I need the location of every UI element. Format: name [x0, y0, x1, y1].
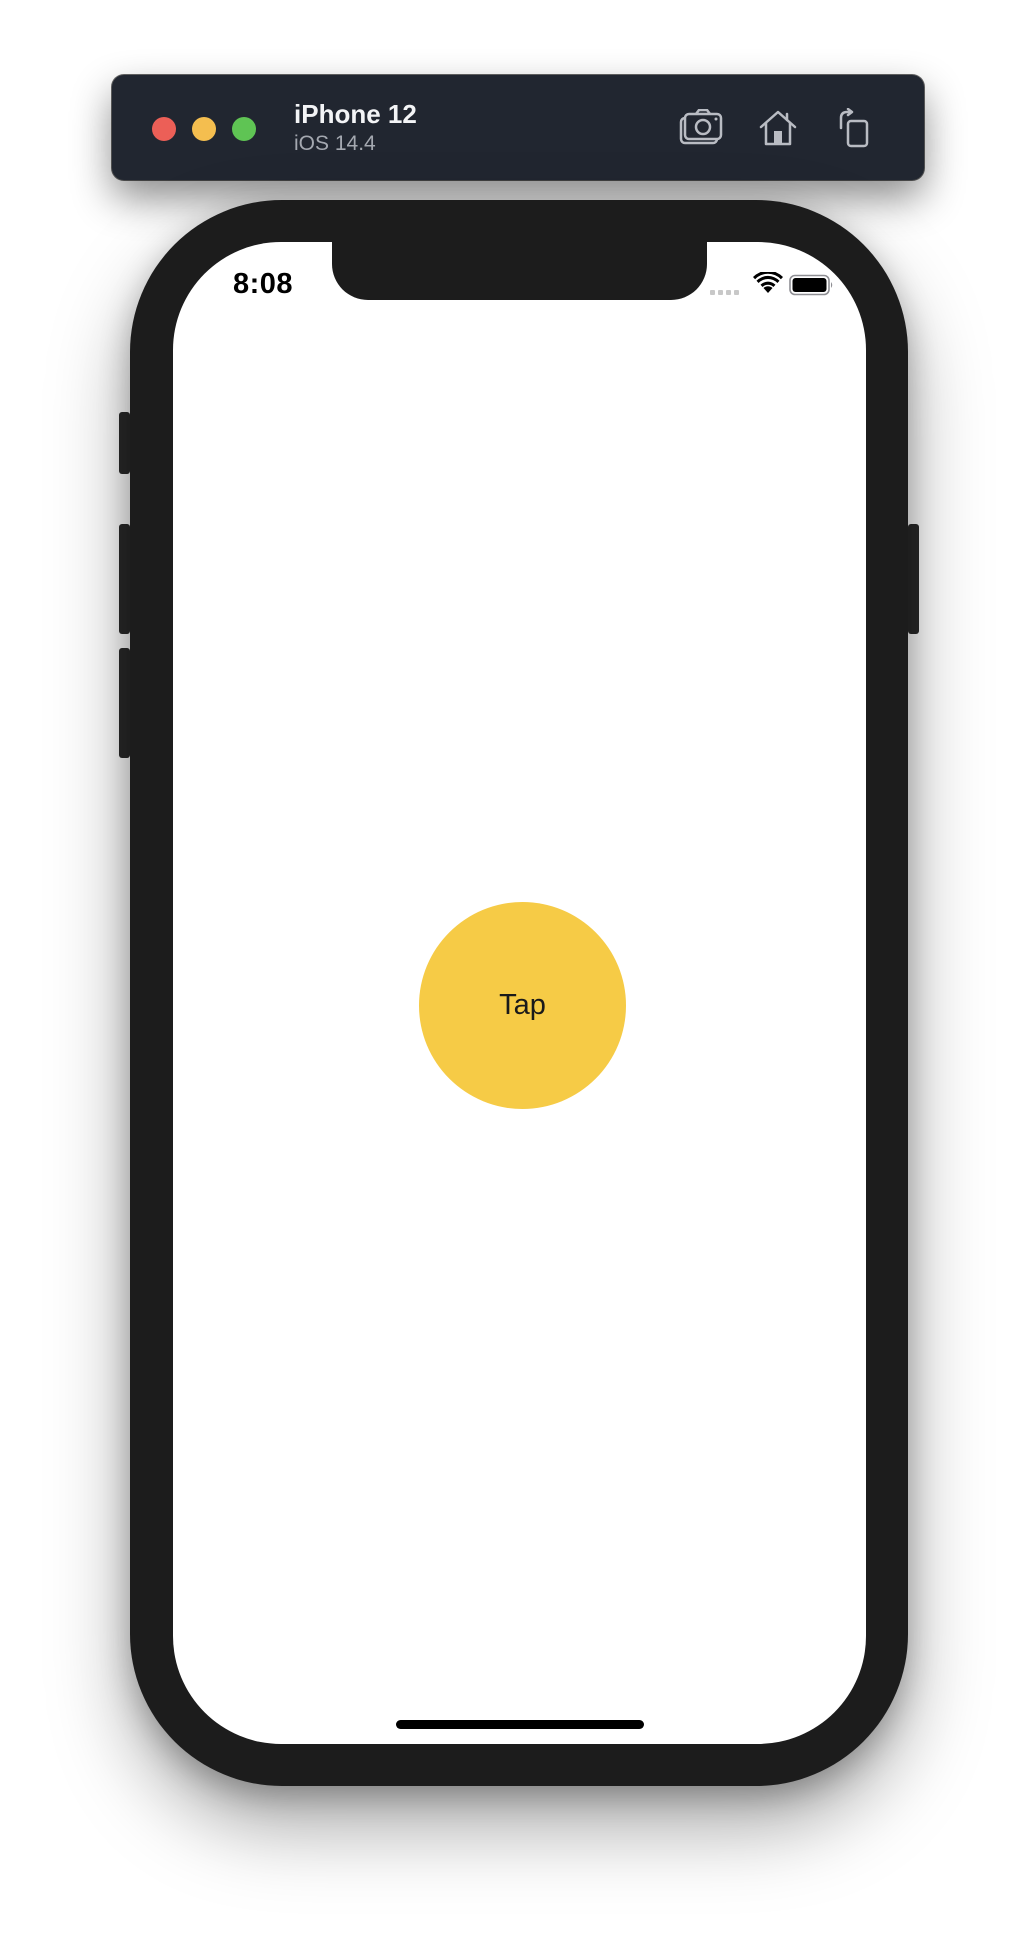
window-minimize-button[interactable] [192, 117, 216, 141]
side-power-button [908, 524, 919, 634]
window-close-button[interactable] [152, 117, 176, 141]
notch [332, 242, 707, 300]
simulator-title-bar: iPhone 12 iOS 14.4 [112, 75, 924, 180]
home-icon [759, 110, 797, 146]
volume-down-button [119, 648, 130, 758]
tap-button-label: Tap [499, 989, 546, 1021]
screenshot-button[interactable] [678, 105, 724, 151]
rotate-icon [839, 108, 869, 148]
phone-screen: 8:08 Tap [173, 242, 866, 1744]
camera-screenshot-icon [679, 109, 723, 145]
cellular-signal-icon [710, 290, 739, 295]
os-version: iOS 14.4 [294, 132, 376, 155]
battery-icon [789, 274, 833, 296]
volume-up-button [119, 524, 130, 634]
device-name: iPhone 12 [294, 99, 417, 129]
window-zoom-button[interactable] [232, 117, 256, 141]
wifi-icon [753, 272, 783, 293]
home-button[interactable] [755, 105, 801, 151]
rotate-button[interactable] [831, 105, 877, 151]
status-time: 8:08 [233, 268, 294, 300]
mute-switch [119, 412, 130, 474]
home-indicator[interactable] [396, 1720, 644, 1729]
tap-button[interactable]: Tap [419, 902, 626, 1109]
